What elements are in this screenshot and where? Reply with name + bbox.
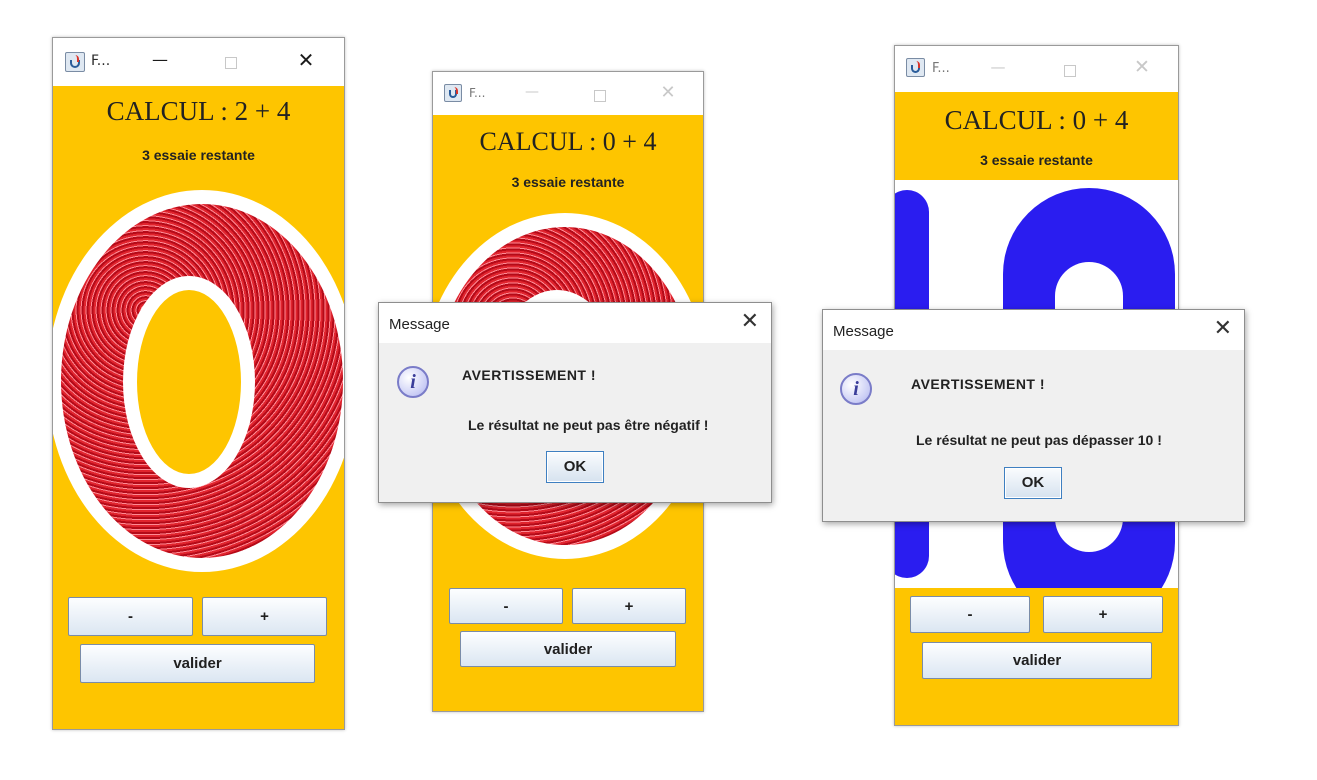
close-icon[interactable]: ✕ xyxy=(653,82,683,103)
information-icon: i xyxy=(397,366,429,398)
calculation-label: CALCUL : 2 + 4 xyxy=(106,96,291,126)
maximize-icon[interactable] xyxy=(216,54,246,73)
ok-button[interactable]: OK xyxy=(546,451,604,483)
plus-button[interactable]: + xyxy=(572,588,686,624)
dialog-title: Message xyxy=(833,323,894,340)
close-icon[interactable]: ✕ xyxy=(291,48,321,72)
minimize-icon[interactable]: — xyxy=(983,58,1013,76)
close-icon[interactable]: ✕ xyxy=(1214,316,1232,341)
dialog-message: Le résultat ne peut pas dépasser 10 ! xyxy=(916,432,1162,448)
game-panel: CALCUL : 2 + 4 3 essaie restante - + val… xyxy=(53,86,344,729)
title-bar[interactable]: F... — ✕ xyxy=(53,38,344,86)
title-bar[interactable]: F... — ✕ xyxy=(895,46,1178,92)
dialog-message: Le résultat ne peut pas être négatif ! xyxy=(468,417,709,433)
plus-button[interactable]: + xyxy=(202,597,327,636)
close-icon[interactable]: ✕ xyxy=(741,309,759,334)
calculation-label: CALCUL : 0 + 4 xyxy=(944,105,1129,135)
java-app-icon[interactable] xyxy=(444,84,462,102)
minus-button[interactable]: - xyxy=(449,588,563,624)
window-title: F... xyxy=(91,53,111,69)
validate-button[interactable]: valider xyxy=(80,644,315,683)
java-app-icon[interactable] xyxy=(906,58,925,77)
title-bar[interactable]: F... — ✕ xyxy=(433,72,703,115)
maximize-icon[interactable] xyxy=(1055,62,1085,81)
minus-button[interactable]: - xyxy=(910,596,1030,633)
app-window-1: F... — ✕ CALCUL : 2 + 4 3 essaie restant… xyxy=(52,37,345,730)
digit-zero-hole xyxy=(123,276,255,488)
dialog-title: Message xyxy=(389,316,450,333)
calculation-label: CALCUL : 0 + 4 xyxy=(479,127,657,156)
window-title: F... xyxy=(932,61,950,76)
java-app-icon[interactable] xyxy=(65,52,85,72)
window-title: F... xyxy=(469,86,486,100)
validate-button[interactable]: valider xyxy=(922,642,1152,679)
information-icon: i xyxy=(840,373,872,405)
dialog-heading: AVERTISSEMENT ! xyxy=(911,376,1046,392)
attempts-remaining-label: 3 essaie restante xyxy=(980,152,1093,168)
message-dialog-2: Message ✕ i AVERTISSEMENT ! Le résultat … xyxy=(822,309,1245,522)
close-icon[interactable]: ✕ xyxy=(1127,56,1157,78)
validate-button[interactable]: valider xyxy=(460,631,676,667)
maximize-icon[interactable] xyxy=(585,87,615,106)
minimize-icon[interactable]: — xyxy=(145,50,175,69)
attempts-remaining-label: 3 essaie restante xyxy=(511,174,625,190)
ok-button[interactable]: OK xyxy=(1004,467,1062,499)
plus-button[interactable]: + xyxy=(1043,596,1163,633)
minus-button[interactable]: - xyxy=(68,597,193,636)
message-dialog-1: Message ✕ i AVERTISSEMENT ! Le résultat … xyxy=(378,302,772,503)
attempts-remaining-label: 3 essaie restante xyxy=(142,147,255,163)
minimize-icon[interactable]: — xyxy=(517,84,547,100)
dialog-heading: AVERTISSEMENT ! xyxy=(462,367,597,383)
